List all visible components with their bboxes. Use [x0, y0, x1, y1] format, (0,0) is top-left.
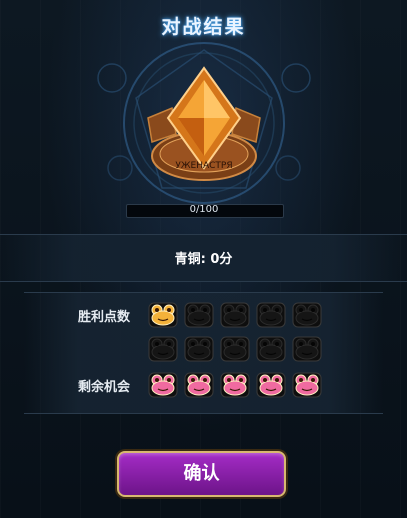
chance-frog-icon — [256, 372, 286, 398]
chance-frog-icon — [148, 372, 178, 398]
win-point-frog-icon — [184, 302, 214, 328]
win-point-frog-icon — [292, 302, 322, 328]
win-point-frog-icon — [220, 302, 250, 328]
page-title: 对战结果 — [161, 16, 246, 38]
rank-score: 青铜: 0分 — [174, 252, 233, 267]
progress-text: 0/100 — [189, 204, 219, 215]
win-point-frog-icon — [256, 302, 286, 328]
win-point-frog-icon — [292, 336, 322, 362]
bronze-rank-emblem-icon: УЖЕНАСТРЯ — [97, 42, 311, 204]
wins-label: 胜利点数 — [78, 310, 131, 325]
win-point-frog-icon — [148, 336, 178, 362]
chances-label: 剩余机会 — [78, 380, 131, 395]
confirm-button[interactable]: 确认 — [117, 451, 286, 497]
emblem-runes: УЖЕНАСТРЯ — [175, 161, 232, 171]
win-point-frog-icon — [148, 302, 178, 328]
win-point-frog-icon — [184, 336, 214, 362]
chance-frog-icon — [184, 372, 214, 398]
chance-frog-icon — [220, 372, 250, 398]
chance-frog-icon — [292, 372, 322, 398]
win-point-frog-icon — [256, 336, 286, 362]
win-point-frog-icon — [220, 336, 250, 362]
